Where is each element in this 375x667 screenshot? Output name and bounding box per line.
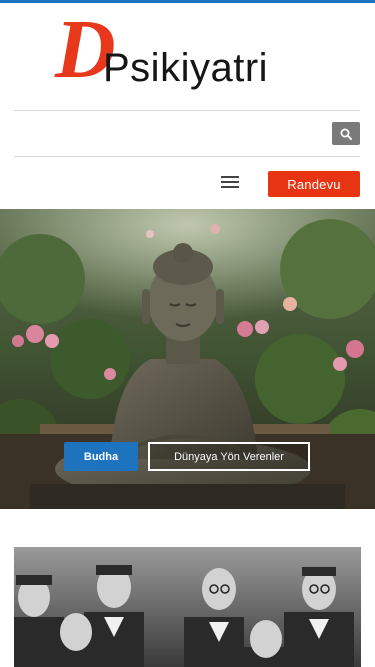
header-divider-bottom <box>14 156 360 157</box>
appointment-button[interactable]: Randevu <box>268 171 360 197</box>
tag-world-leaders-button[interactable]: Dünyaya Yön Verenler <box>148 442 310 471</box>
hamburger-icon-line <box>221 181 239 183</box>
group-photo-card[interactable] <box>14 547 361 667</box>
hamburger-icon-line <box>221 176 239 178</box>
tag-budha-button[interactable]: Budha <box>64 442 138 471</box>
hamburger-menu-button[interactable] <box>219 174 241 190</box>
search-icon <box>340 128 352 140</box>
group-photo-image <box>14 547 361 667</box>
hamburger-icon-line <box>221 186 239 188</box>
search-button[interactable] <box>332 122 360 145</box>
logo-wordmark: Psikiyatri <box>103 46 269 90</box>
site-logo[interactable]: D Psikiyatri <box>55 8 325 96</box>
header-divider-top <box>14 110 360 111</box>
